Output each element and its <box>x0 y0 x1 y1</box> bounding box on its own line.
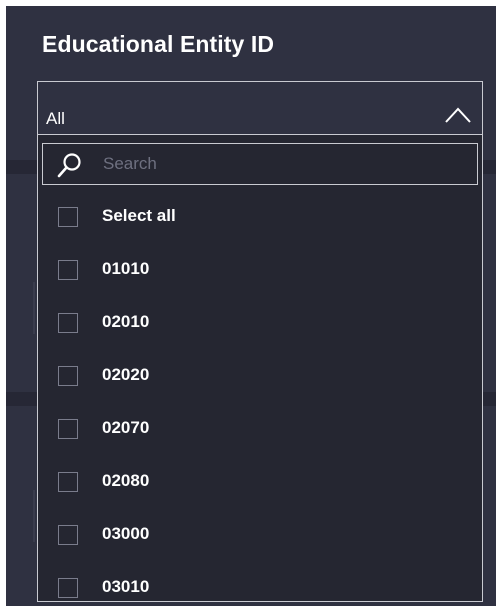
item-label: 03000 <box>102 524 150 543</box>
item-label: 02070 <box>102 418 150 437</box>
search-box[interactable] <box>42 143 478 185</box>
slicer-title: Educational Entity ID <box>42 31 275 57</box>
item-label: 02010 <box>102 312 150 331</box>
list-item[interactable]: 02010 <box>38 297 482 350</box>
list-item[interactable]: 02020 <box>38 350 482 403</box>
checkbox[interactable] <box>58 578 78 598</box>
item-label: 01010 <box>102 259 150 278</box>
checkbox[interactable] <box>58 207 78 227</box>
item-label: 03010 <box>102 577 150 596</box>
item-label: 02020 <box>102 365 150 384</box>
item-label: 02080 <box>102 471 150 490</box>
slicer-panel: Educational Entity ID All Select all 010… <box>6 6 496 606</box>
list-item[interactable]: 03010 <box>38 562 482 601</box>
dropdown-toggle[interactable]: All <box>37 81 483 135</box>
checkbox[interactable] <box>58 366 78 386</box>
selected-value: All <box>46 109 65 128</box>
list-item-select-all[interactable]: Select all <box>38 191 482 244</box>
list-item[interactable]: 02080 <box>38 456 482 509</box>
list-item[interactable]: 02070 <box>38 403 482 456</box>
list-item[interactable]: 01010 <box>38 244 482 297</box>
chevron-up-icon[interactable] <box>444 106 472 124</box>
checkbox[interactable] <box>58 419 78 439</box>
item-label: Select all <box>102 206 176 225</box>
checkbox[interactable] <box>58 525 78 545</box>
background-tick <box>33 282 35 334</box>
checkbox[interactable] <box>58 313 78 333</box>
background-tick <box>33 490 35 542</box>
search-input[interactable] <box>103 150 463 178</box>
checkbox[interactable] <box>58 260 78 280</box>
search-icon <box>57 153 81 178</box>
options-list: Select all 01010 02010 02020 02070 02080 <box>38 191 482 601</box>
checkbox[interactable] <box>58 472 78 492</box>
dropdown-list: Select all 01010 02010 02020 02070 02080 <box>37 135 483 602</box>
list-item[interactable]: 03000 <box>38 509 482 562</box>
